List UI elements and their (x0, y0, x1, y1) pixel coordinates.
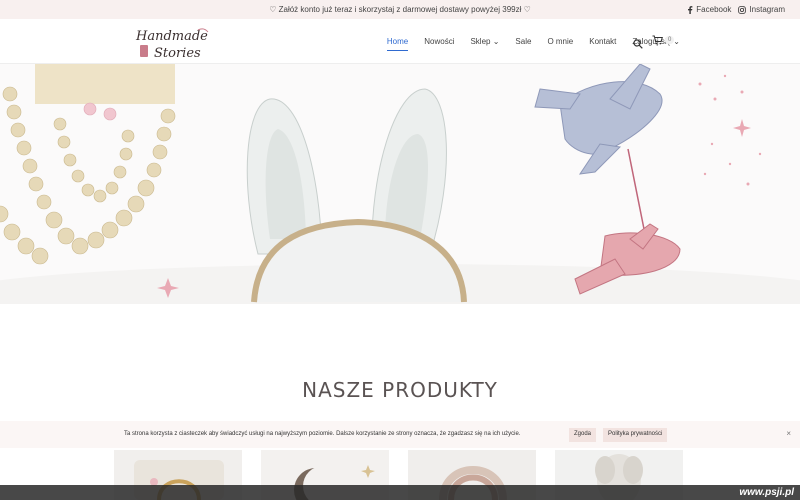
cookie-accept-button[interactable]: Zgoda (569, 428, 597, 442)
logo-text-stories: Stories (154, 46, 201, 61)
search-icon (633, 39, 643, 49)
cookie-close-icon[interactable]: × (786, 429, 791, 438)
nav-kontakt[interactable]: Kontakt (589, 37, 616, 46)
nav-o-mnie[interactable]: O mnie (547, 37, 573, 46)
facebook-link[interactable]: Facebook (687, 5, 731, 14)
nav-sale[interactable]: Sale (515, 37, 531, 46)
spool-icon (140, 45, 148, 57)
cart-icon (652, 35, 663, 45)
instagram-label: Instagram (749, 5, 785, 14)
nav-sklep[interactable]: Sklep (470, 37, 499, 46)
watermark-text: www.psji.pl (739, 487, 794, 498)
watermark-bar: www.psji.pl (0, 485, 800, 500)
site-logo[interactable]: Handmade Stories (134, 22, 209, 62)
facebook-icon (688, 5, 693, 14)
search-button[interactable] (633, 36, 643, 54)
logo-text-handmade: Handmade (135, 29, 208, 44)
cart-count-badge: 0 (665, 36, 675, 44)
instagram-link[interactable]: Instagram (738, 5, 785, 14)
beaded-garland-illustration (0, 64, 176, 265)
section-title: NASZE PRODUKTY (302, 378, 498, 402)
social-links: Facebook Instagram (687, 5, 785, 14)
privacy-policy-button[interactable]: Polityka prywatności (603, 428, 668, 442)
top-announcement-bar: ♡ Załóż konto już teraz i skorzystaj z d… (0, 0, 800, 19)
bunny-ears-illustration (246, 88, 467, 303)
cookie-banner: Ta strona korzysta z ciasteczek aby świa… (0, 421, 800, 448)
cookie-message: Ta strona korzysta z ciasteczek aby świa… (124, 431, 521, 437)
hero-banner (0, 64, 800, 304)
cart-button[interactable]: 0 (652, 35, 675, 45)
instagram-icon (738, 5, 747, 14)
nav-nowosci[interactable]: Nowości (424, 37, 454, 46)
site-header: Handmade Stories Home Nowości Sklep Sale… (0, 19, 800, 64)
airplane-blue-illustration (534, 64, 663, 175)
nav-home[interactable]: Home (386, 37, 409, 51)
hero-illustration (0, 64, 800, 304)
promo-text: ♡ Załóż konto już teraz i skorzystaj z d… (269, 5, 531, 14)
facebook-label: Facebook (696, 5, 732, 14)
